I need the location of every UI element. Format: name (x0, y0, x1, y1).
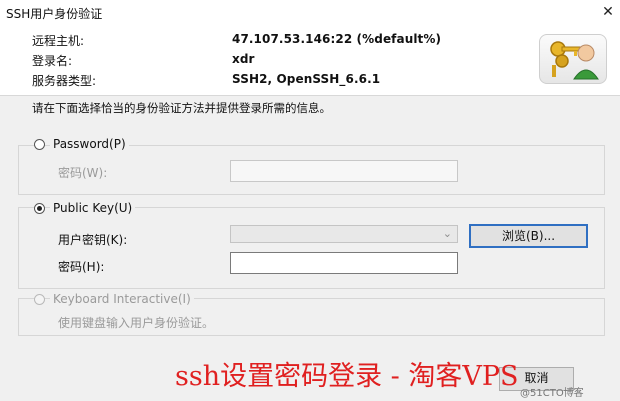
login-name-value: xdr (232, 52, 255, 66)
browse-button[interactable]: 浏览(B)... (469, 224, 588, 248)
key-password-label: 密码(H): (58, 260, 105, 274)
instruction-text: 请在下面选择恰当的身份验证方法并提供登录所需的信息。 (32, 101, 331, 115)
site-logo-mark: @51CTO博客 (520, 388, 584, 399)
password-field[interactable] (230, 160, 458, 182)
key-password-field[interactable] (230, 252, 458, 274)
password-radio-label[interactable]: Password(P) (50, 137, 129, 151)
chevron-down-icon: ⌄ (442, 227, 452, 240)
password-radio[interactable] (34, 139, 45, 150)
server-type-label: 服务器类型: (32, 74, 97, 88)
keyboard-radio-label[interactable]: Keyboard Interactive(I) (50, 292, 194, 306)
keys-user-icon (539, 34, 607, 84)
close-button[interactable]: ✕ (598, 2, 618, 22)
publickey-group (18, 207, 605, 289)
watermark-caption: ssh设置密码登录 - 淘客VPS (175, 361, 519, 392)
user-key-select[interactable]: ⌄ (230, 225, 458, 243)
window-title: SSH用户身份验证 (6, 7, 103, 21)
publickey-radio-label[interactable]: Public Key(U) (50, 201, 136, 215)
remote-host-label: 远程主机: (32, 34, 85, 48)
remote-host-value: 47.107.53.146:22 (%default%) (232, 32, 442, 46)
password-field-label: 密码(W): (58, 166, 108, 180)
server-type-value: SSH2, OpenSSH_6.6.1 (232, 72, 381, 86)
keyboard-radio[interactable] (34, 294, 45, 305)
user-key-label: 用户密钥(K): (58, 233, 128, 247)
keyboard-description: 使用键盘输入用户身份验证。 (58, 316, 215, 330)
publickey-radio[interactable] (34, 203, 45, 214)
login-name-label: 登录名: (32, 54, 73, 68)
